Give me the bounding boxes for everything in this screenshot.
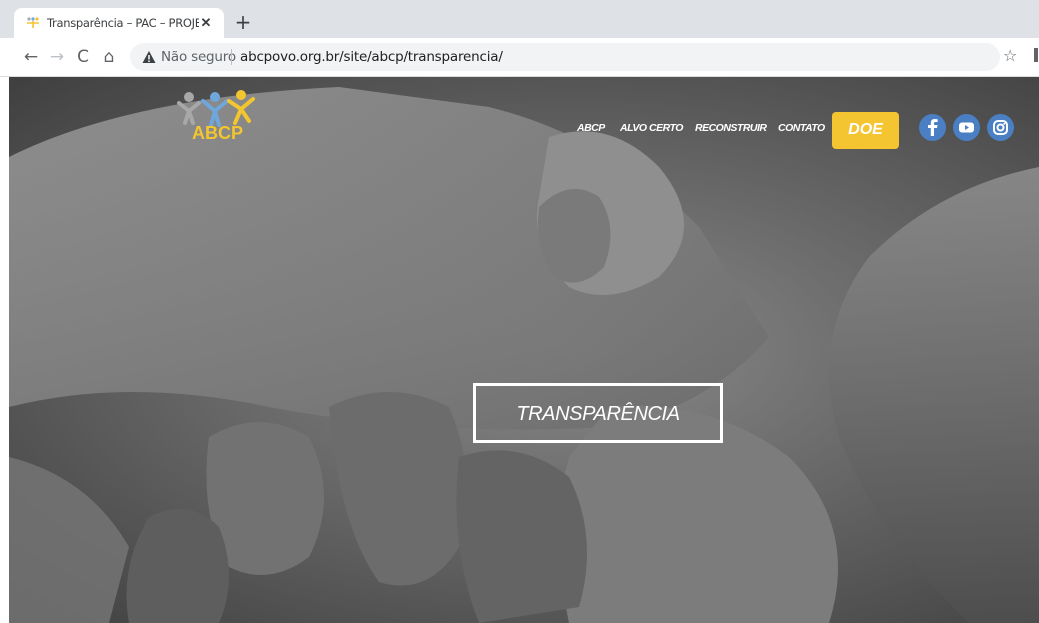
facebook-glyph xyxy=(928,119,938,136)
youtube-glyph xyxy=(959,122,974,133)
reload-icon[interactable]: C xyxy=(72,46,94,68)
back-arrow-icon[interactable]: ← xyxy=(20,46,42,68)
donate-label: DOE xyxy=(848,121,883,138)
plus-icon[interactable]: + xyxy=(234,12,252,32)
tab-title: Transparência – PAC – PROJETO A xyxy=(47,16,199,30)
site-logo[interactable]: ABCP xyxy=(173,89,259,147)
url-text[interactable]: abcpovo.org.br/site/abcp/transparencia/ xyxy=(240,49,503,65)
instagram-icon[interactable] xyxy=(987,114,1014,141)
home-icon[interactable]: ⌂ xyxy=(98,46,120,68)
donate-button[interactable]: DOE xyxy=(832,112,899,149)
hero-title: TRANSPARÊNCIA xyxy=(516,403,680,425)
abcp-favicon-icon xyxy=(27,17,39,28)
forward-arrow-icon[interactable]: → xyxy=(46,46,68,68)
security-label[interactable]: Não seguro xyxy=(161,49,236,65)
star-icon[interactable]: ☆ xyxy=(1003,46,1017,65)
nav-item-reconstruir[interactable]: RECONSTRUIR xyxy=(695,122,767,134)
browser-toolbar: ← → C ⌂ Não seguro abcpovo.org.br/site/a… xyxy=(0,38,1039,77)
close-icon[interactable]: ✕ xyxy=(198,15,214,31)
warning-triangle-icon xyxy=(142,51,156,63)
nav-item-abcp[interactable]: ABCP xyxy=(577,122,605,134)
nav-item-alvo-certo[interactable]: ALVO CERTO xyxy=(620,122,683,134)
facebook-icon[interactable] xyxy=(919,114,946,141)
youtube-icon[interactable] xyxy=(953,114,980,141)
handshake-photo xyxy=(9,87,1039,623)
logo-text: ABCP xyxy=(192,123,244,143)
tab-bar: Transparência – PAC – PROJETO A ✕ + xyxy=(0,0,1039,38)
omnibox-divider xyxy=(231,49,232,65)
address-bar[interactable]: Não seguro abcpovo.org.br/site/abcp/tran… xyxy=(130,43,1000,71)
browser-tab[interactable]: Transparência – PAC – PROJETO A ✕ xyxy=(14,8,224,38)
instagram-glyph xyxy=(993,120,1008,135)
hero-title-box: TRANSPARÊNCIA xyxy=(473,383,723,443)
nav-item-contato[interactable]: CONTATO xyxy=(778,122,825,134)
extension-edge-icon xyxy=(1034,48,1038,62)
hero-section: ABCP ABCP ALVO CERTO RECONSTRUIR CONTATO… xyxy=(9,77,1039,623)
